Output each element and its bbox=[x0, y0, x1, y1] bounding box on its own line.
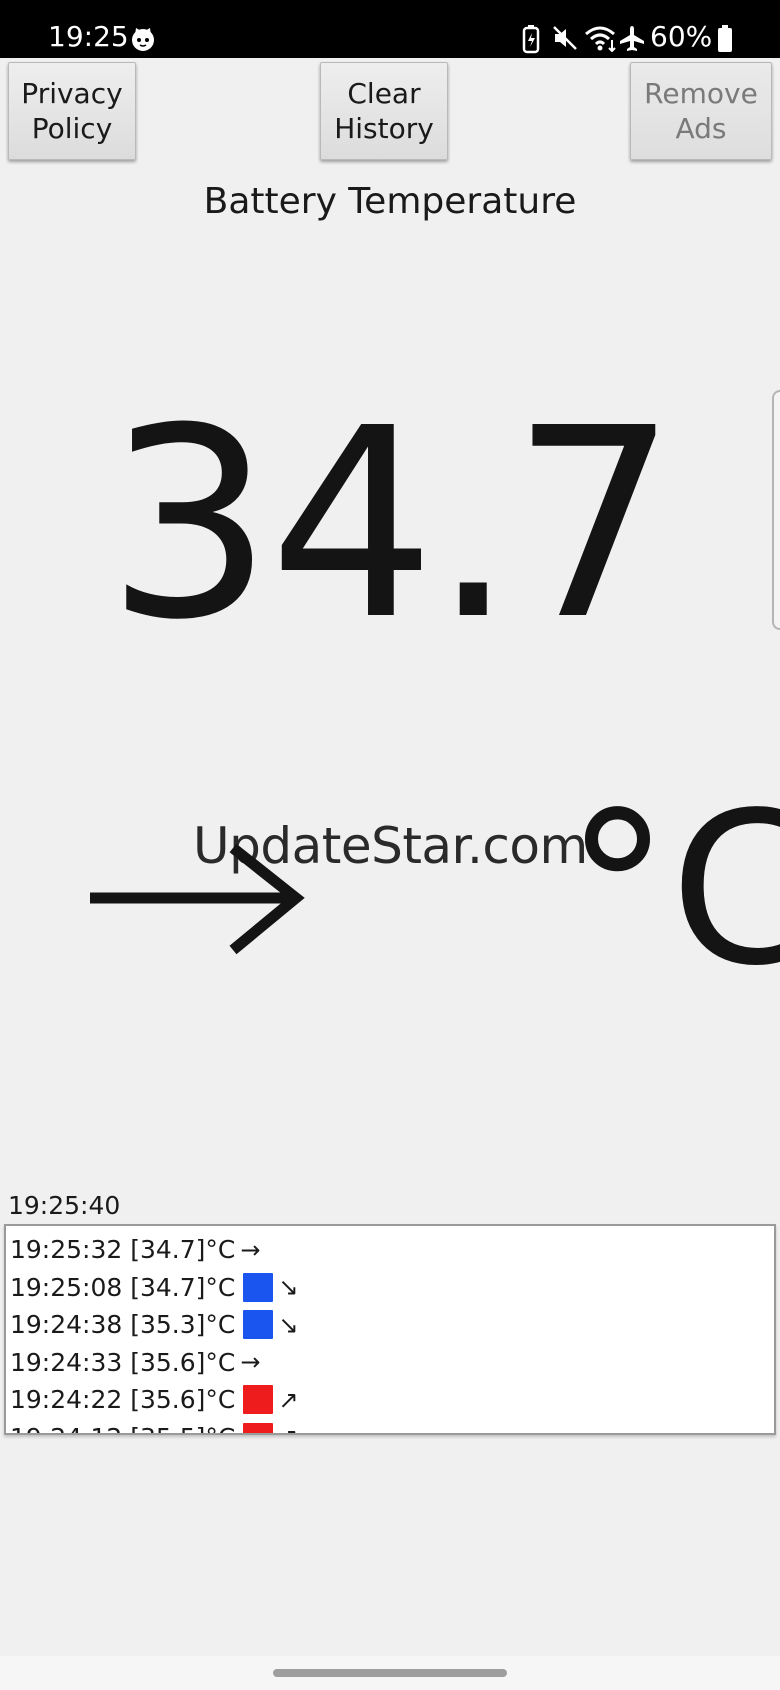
trend-arrow-icon: ↘ bbox=[278, 1273, 299, 1302]
temperature-value: 34.7 bbox=[106, 372, 677, 677]
status-time: 19:25 bbox=[48, 20, 129, 53]
wifi-icon bbox=[585, 26, 616, 52]
clear-history-button[interactable]: Clear History bbox=[320, 62, 448, 160]
heating-indicator bbox=[243, 1422, 274, 1433]
history-row: 19:24:12 [35.5]°C ↗ bbox=[10, 1419, 774, 1433]
privacy-policy-button[interactable]: Privacy Policy bbox=[8, 62, 136, 160]
trend-arrow-icon: → bbox=[240, 1235, 261, 1264]
history-entry-text: 19:25:08 [34.7]°C bbox=[10, 1272, 236, 1302]
right-arrow-icon bbox=[90, 843, 305, 955]
airplane-icon bbox=[620, 26, 644, 51]
trend-arrow-icon: → bbox=[240, 1348, 261, 1377]
battery-icon bbox=[718, 25, 732, 52]
status-bar: 19:25 60% bbox=[0, 0, 780, 58]
history-row: 19:24:38 [35.3]°C ↘ bbox=[10, 1306, 774, 1344]
mute-icon bbox=[553, 26, 577, 50]
home-gesture-handle[interactable] bbox=[273, 1669, 507, 1677]
history-entry-text: 19:24:38 [35.3]°C bbox=[10, 1310, 236, 1340]
history-list[interactable]: 19:25:32 [34.7]°C → 19:25:08 [34.7]°C ↘ … bbox=[4, 1224, 776, 1435]
battery-saver-icon bbox=[522, 25, 540, 54]
temperature-unit: °C bbox=[565, 767, 780, 1012]
history-row: 19:24:22 [35.6]°C ↗ bbox=[10, 1381, 774, 1419]
history-entry-text: 19:24:12 [35.5]°C bbox=[10, 1423, 235, 1433]
history-entry-text: 19:24:22 [35.6]°C bbox=[10, 1385, 236, 1415]
page-title: Battery Temperature bbox=[203, 181, 577, 222]
cooling-indicator bbox=[243, 1272, 274, 1302]
trend-arrow-icon: ↗ bbox=[278, 1385, 299, 1414]
battery-percent: 60% bbox=[650, 20, 713, 53]
history-row: 19:25:08 [34.7]°C ↘ bbox=[10, 1269, 774, 1307]
history-entry-text: 19:24:33 [35.6]°C bbox=[10, 1347, 236, 1377]
trend-arrow-icon: ↘ bbox=[278, 1310, 299, 1339]
cat-face-icon bbox=[132, 28, 154, 51]
trend-arrow-icon: ↗ bbox=[278, 1423, 298, 1433]
history-entry-text: 19:25:32 [34.7]°C bbox=[10, 1235, 236, 1265]
history-row: 19:24:33 [35.6]°C → bbox=[10, 1344, 774, 1382]
remove-ads-button[interactable]: Remove Ads bbox=[630, 62, 772, 160]
last-updated-time: 19:25:40 bbox=[8, 1191, 121, 1220]
cooling-indicator bbox=[243, 1310, 274, 1340]
heating-indicator bbox=[243, 1385, 274, 1415]
history-row: 19:25:32 [34.7]°C → bbox=[10, 1231, 774, 1269]
